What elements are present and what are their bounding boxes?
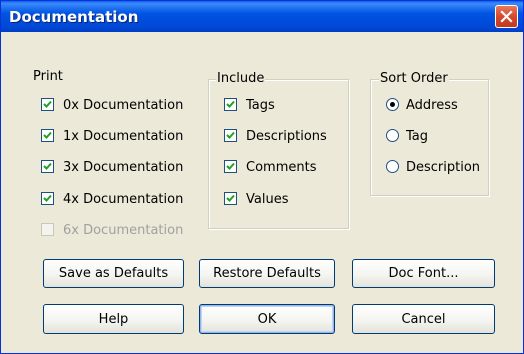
window-title: Documentation [9, 8, 139, 26]
label-values: Values [246, 192, 289, 207]
close-icon [500, 10, 513, 23]
ok-button[interactable]: OK [199, 304, 335, 334]
label-4x-documentation: 4x Documentation [63, 192, 184, 207]
label-description: Description [406, 160, 481, 175]
checkmark-icon [226, 100, 235, 108]
checkbox-3x-documentation[interactable] [41, 160, 54, 173]
save-as-defaults-button[interactable]: Save as Defaults [43, 259, 184, 288]
include-label: Include [216, 71, 266, 87]
doc-font-button[interactable]: Doc Font... [352, 259, 495, 288]
checkbox-descriptions[interactable] [224, 129, 237, 142]
label-1x-documentation: 1x Documentation [63, 129, 184, 144]
checkmark-icon [226, 194, 235, 202]
checkbox-0x-documentation[interactable] [41, 98, 54, 111]
radio-dot-icon [390, 102, 395, 107]
label-tags: Tags [246, 98, 275, 113]
label-address: Address [406, 98, 458, 113]
print-label: Print [33, 69, 63, 84]
radio-address[interactable] [386, 98, 399, 111]
checkmark-icon [226, 131, 235, 139]
label-tag: Tag [406, 129, 429, 144]
checkbox-comments[interactable] [224, 160, 237, 173]
label-0x-documentation: 0x Documentation [63, 98, 184, 113]
documentation-dialog: Documentation Print 0x Documentation 1x … [0, 0, 524, 354]
checkbox-4x-documentation[interactable] [41, 192, 54, 205]
cancel-button[interactable]: Cancel [352, 304, 495, 334]
label-3x-documentation: 3x Documentation [63, 160, 184, 175]
checkbox-1x-documentation[interactable] [41, 129, 54, 142]
checkmark-icon [226, 162, 235, 170]
title-bar[interactable]: Documentation [1, 1, 523, 32]
close-button[interactable] [495, 5, 518, 28]
checkmark-icon [43, 131, 52, 139]
radio-tag[interactable] [386, 129, 399, 142]
checkbox-6x-documentation [41, 223, 54, 236]
checkbox-values[interactable] [224, 192, 237, 205]
checkmark-icon [43, 162, 52, 170]
label-comments: Comments [246, 160, 317, 175]
checkmark-icon [43, 194, 52, 202]
radio-description[interactable] [386, 160, 399, 173]
restore-defaults-button[interactable]: Restore Defaults [199, 259, 335, 288]
help-button[interactable]: Help [43, 304, 184, 334]
label-descriptions: Descriptions [246, 129, 327, 144]
label-6x-documentation: 6x Documentation [63, 223, 184, 238]
sort-order-label: Sort Order [379, 71, 449, 87]
checkbox-tags[interactable] [224, 98, 237, 111]
checkmark-icon [43, 100, 52, 108]
